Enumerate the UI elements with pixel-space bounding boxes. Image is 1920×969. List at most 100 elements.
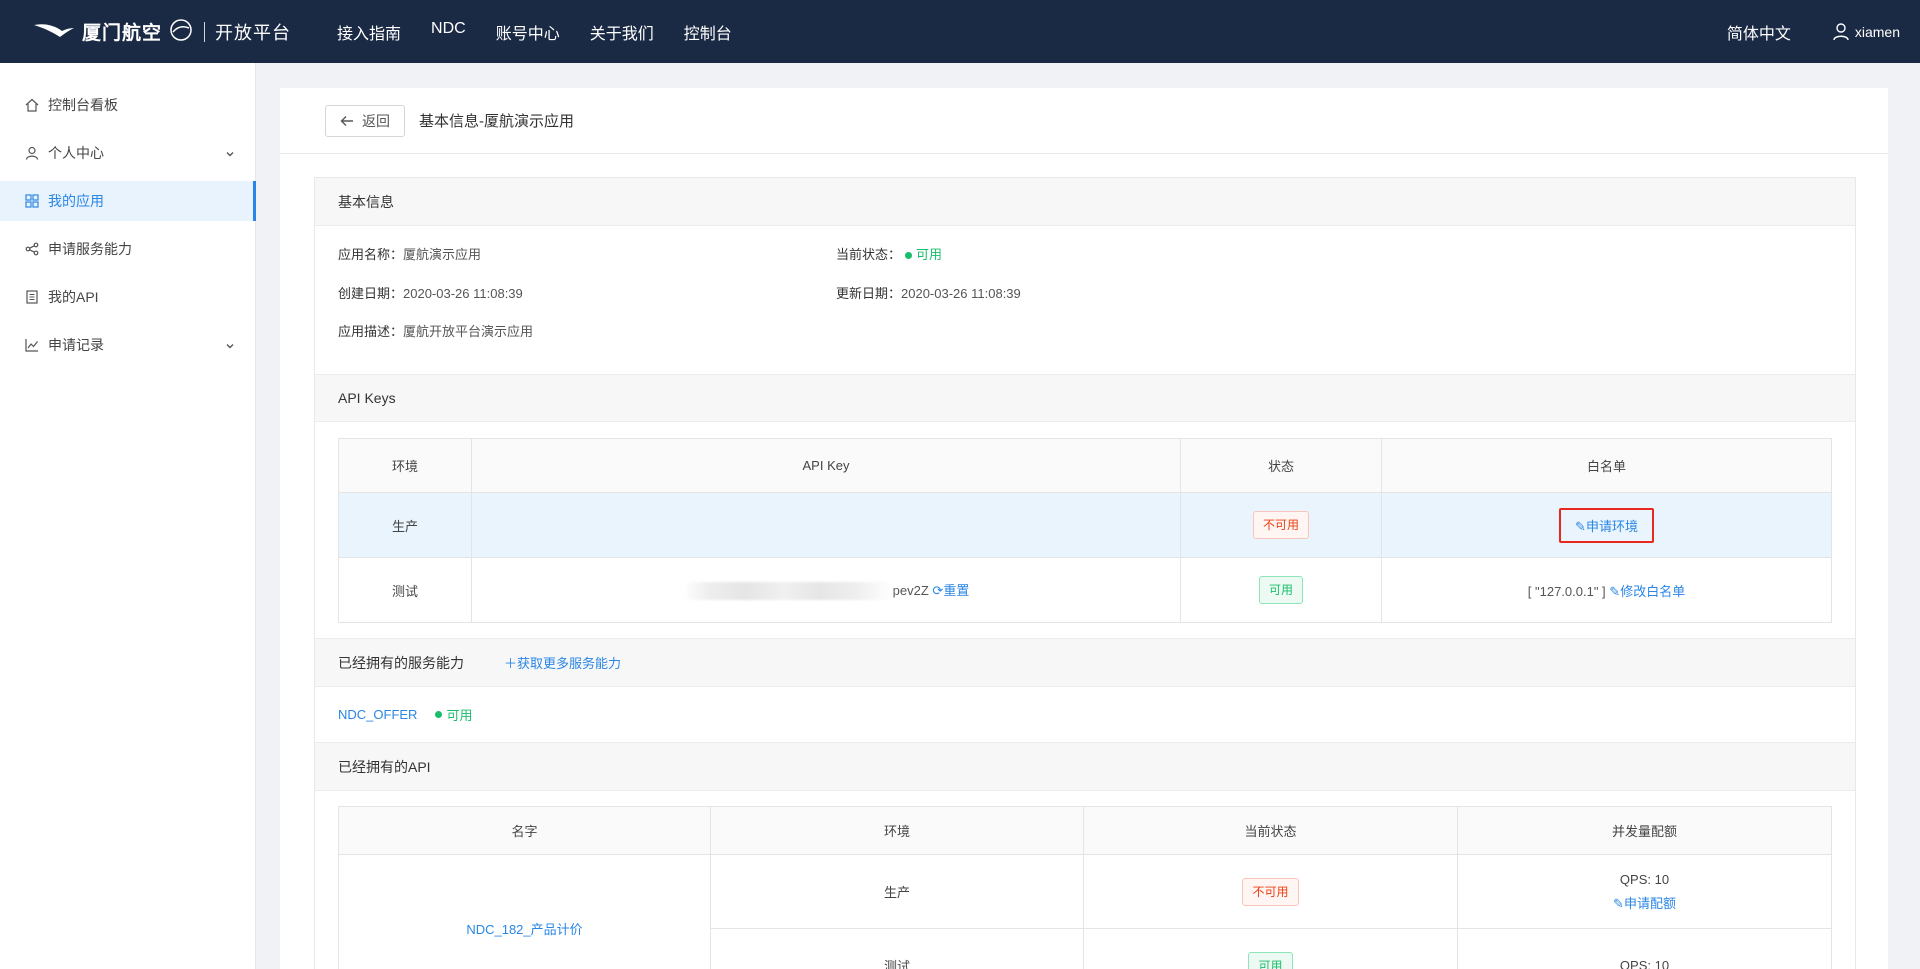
api-key-cell: pev2Z ⟳重置 [471, 557, 1181, 623]
sidebar: 控制台看板 个人中心 我的应用 申请服务能力 我的API 申请记录 [0, 63, 256, 969]
logo[interactable]: 厦门航空 开放平台 [32, 0, 291, 63]
nav-ndc[interactable]: NDC [431, 20, 466, 44]
plus-icon: ＋ [504, 656, 518, 671]
status-label: 当前状态： [836, 247, 902, 262]
sidebar-item-label: 控制台看板 [48, 97, 118, 113]
grid-icon [24, 193, 40, 209]
quota-value: QPS: 10 [1619, 957, 1670, 969]
api-keys-section: 环境 API Key 状态 白名单 生产 不可用 ✎申请环境 测试 pev2Z … [315, 422, 1855, 639]
table-row: NDC_182_产品计价 生产 不可用 QPS: 10 ✎申请配额 [338, 854, 1832, 969]
nav-console[interactable]: 控制台 [684, 20, 732, 44]
sidebar-item-apply-records[interactable]: 申请记录 [0, 325, 255, 365]
env-cell: 测试 [338, 557, 472, 623]
status-cell: 可用 [1180, 557, 1382, 623]
column-header-env: 环境 [338, 438, 472, 493]
top-nav: 接入指南 NDC 账号中心 关于我们 控制台 [337, 20, 762, 44]
description-row: 应用描述：厦航开放平台演示应用 [338, 321, 533, 340]
status-cell: 不可用 [1083, 854, 1458, 929]
app-name-value: 厦航演示应用 [403, 247, 482, 262]
sidebar-item-my-api[interactable]: 我的API [0, 277, 255, 317]
whitelist-cell: ✎申请环境 [1381, 492, 1832, 558]
reset-key-label: 重置 [943, 582, 970, 598]
document-icon [24, 289, 40, 305]
api-key-cell [471, 492, 1181, 558]
edit-icon: ✎ [1575, 518, 1586, 534]
services-list: NDC_OFFER 可用 [315, 687, 1855, 743]
quota-value: QPS: 10 [1619, 871, 1670, 887]
service-link-ndc-offer[interactable]: NDC_OFFER [338, 707, 417, 722]
status-row: 当前状态： 可用 [836, 244, 942, 263]
language-switcher[interactable]: 简体中文 [1727, 20, 1791, 44]
column-header-name: 名字 [338, 806, 711, 855]
status-badge: 不可用 [1242, 877, 1299, 906]
apis-table: 名字 环境 当前状态 并发量配额 NDC_182_产品计价 生产 不可用 QPS… [338, 806, 1832, 969]
status-badge: 可用 [1258, 576, 1303, 604]
platform-name: 开放平台 [215, 22, 292, 43]
username: xiamen [1854, 23, 1900, 40]
back-button[interactable]: 返回 [325, 104, 405, 137]
api-name-cell: NDC_182_产品计价 [338, 854, 711, 969]
get-more-services-label: 获取更多服务能力 [517, 656, 622, 671]
sidebar-item-label: 我的应用 [48, 193, 104, 209]
brand-name: 厦门航空 [82, 23, 163, 44]
reset-key-link[interactable]: ⟳重置 [932, 583, 969, 598]
column-header-quota: 并发量配额 [1457, 806, 1832, 855]
sidebar-item-label: 个人中心 [48, 145, 104, 161]
env-cell: 生产 [338, 492, 472, 558]
user-icon [1833, 22, 1849, 40]
api-name-link[interactable]: NDC_182_产品计价 [466, 922, 582, 937]
env-cell: 测试 [710, 928, 1084, 969]
nav-about[interactable]: 关于我们 [590, 20, 654, 44]
refresh-icon: ⟳ [932, 582, 944, 598]
column-header-status: 状态 [1180, 438, 1382, 493]
edit-icon: ✎ [1613, 895, 1624, 911]
sidebar-item-my-apps[interactable]: 我的应用 [0, 181, 256, 221]
masked-api-key [682, 582, 893, 601]
logo-bird-icon [32, 19, 76, 44]
apply-environment-label: 申请环境 [1585, 518, 1638, 534]
chevron-down-icon [225, 146, 235, 162]
service-status-dot [435, 710, 443, 718]
column-header-env: 环境 [710, 806, 1084, 855]
logo-emblem-icon [168, 18, 194, 45]
service-status: 可用 [446, 708, 473, 723]
nav-guide[interactable]: 接入指南 [337, 20, 401, 44]
home-icon [24, 97, 40, 113]
get-more-services-link[interactable]: ＋获取更多服务能力 [504, 653, 621, 672]
env-cell: 生产 [710, 854, 1084, 929]
user-menu[interactable]: xiamen [1833, 22, 1900, 41]
table-row: 生产 不可用 ✎申请环境 [338, 492, 1832, 558]
status-badge: 不可用 [1252, 511, 1309, 539]
user-icon [24, 145, 40, 161]
edit-whitelist-label: 修改白名单 [1620, 583, 1686, 599]
basic-info-section: 应用名称：厦航演示应用 当前状态： 可用 创建日期：2020-03-26 11:0… [315, 226, 1855, 374]
nav-account-center[interactable]: 账号中心 [496, 20, 560, 44]
share-icon [24, 241, 40, 257]
status-cell: 不可用 [1180, 492, 1382, 558]
updated-value: 2020-03-26 11:08:39 [901, 286, 1021, 301]
column-header-api-key: API Key [471, 438, 1181, 493]
services-title: 已经拥有的服务能力 [338, 654, 464, 671]
status-cell: 可用 [1083, 928, 1458, 969]
app-detail-panel: 基本信息 应用名称：厦航演示应用 当前状态： 可用 创建日期：2020-03-26… [314, 177, 1856, 969]
sidebar-item-apply-service[interactable]: 申请服务能力 [0, 229, 255, 269]
sidebar-item-personal-center[interactable]: 个人中心 [0, 133, 255, 173]
back-button-label: 返回 [362, 112, 390, 129]
sidebar-item-label: 申请服务能力 [48, 241, 132, 257]
logo-divider [204, 21, 206, 42]
edit-whitelist-link[interactable]: ✎修改白名单 [1609, 584, 1685, 599]
status-badge: 可用 [1248, 951, 1293, 969]
api-key-suffix: pev2Z [892, 582, 929, 598]
apply-quota-label: 申请配额 [1623, 895, 1676, 911]
edit-icon: ✎ [1609, 583, 1621, 599]
app-name-row: 应用名称：厦航演示应用 [338, 244, 481, 263]
status-value: 可用 [916, 247, 943, 262]
sidebar-item-dashboard[interactable]: 控制台看板 [0, 85, 255, 125]
apply-environment-link[interactable]: ✎申请环境 [1559, 507, 1654, 543]
apply-quota-link[interactable]: ✎申请配额 [1458, 892, 1831, 916]
updated-label: 更新日期： [836, 286, 902, 301]
column-header-whitelist: 白名单 [1381, 438, 1832, 493]
arrow-left-icon [340, 115, 353, 126]
table-row: 测试 pev2Z ⟳重置 可用 [ "127.0.0.1" ] ✎修改白名单 [338, 557, 1832, 623]
sidebar-item-label: 申请记录 [48, 337, 104, 353]
